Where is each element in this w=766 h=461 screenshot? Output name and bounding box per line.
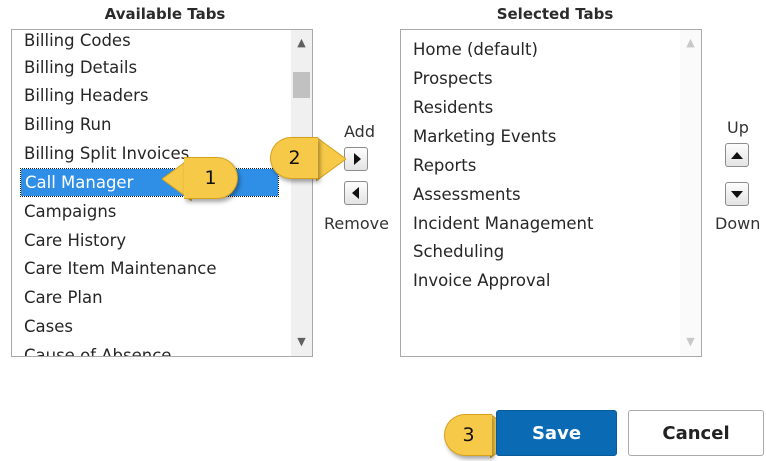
move-up-button[interactable] (725, 143, 749, 167)
cancel-button[interactable]: Cancel (628, 410, 764, 456)
list-item[interactable]: Care Plan (12, 284, 103, 311)
callout-3: 3 (444, 414, 492, 456)
available-tabs-heading: Available Tabs (104, 5, 226, 23)
callout-2: 2 (270, 137, 318, 179)
list-item[interactable]: Care History (12, 227, 126, 254)
callout-1: 1 (184, 157, 238, 199)
list-item[interactable]: Scheduling (401, 238, 504, 265)
list-item[interactable]: Billing Codes (12, 30, 131, 54)
list-item[interactable]: Home (default) (401, 36, 538, 63)
list-item[interactable]: Incident Management (401, 210, 593, 237)
scroll-down-icon[interactable]: ▼ (680, 331, 701, 352)
list-item[interactable]: Prospects (401, 65, 493, 92)
list-item[interactable]: Assessments (401, 181, 521, 208)
callout-3-number: 3 (462, 424, 475, 446)
remove-label: Remove (324, 214, 389, 233)
callout-2-number: 2 (288, 147, 301, 169)
remove-button[interactable] (344, 181, 368, 205)
scroll-thumb[interactable] (293, 72, 310, 98)
selected-tabs-list[interactable]: Home (default) Prospects Residents Marke… (400, 29, 702, 357)
save-button[interactable]: Save (496, 410, 617, 456)
callout-1-number: 1 (204, 167, 217, 189)
arrow-right-icon (353, 153, 361, 165)
list-item[interactable]: Residents (401, 94, 493, 121)
list-item[interactable]: Reports (401, 152, 476, 179)
arrow-down-icon (731, 190, 743, 198)
selected-tabs-heading: Selected Tabs (496, 5, 614, 23)
list-item[interactable]: Care Item Maintenance (12, 255, 217, 282)
scroll-up-icon[interactable]: ▲ (291, 32, 312, 53)
arrow-up-icon (731, 151, 743, 159)
list-item[interactable]: Billing Run (12, 111, 111, 138)
available-scrollbar[interactable]: ▲ ▼ (291, 30, 312, 356)
scroll-up-icon[interactable]: ▲ (680, 32, 701, 53)
add-label: Add (344, 122, 375, 141)
list-item-selected[interactable]: Call Manager (20, 168, 279, 197)
list-item[interactable]: Billing Headers (12, 82, 149, 109)
list-item[interactable]: Billing Details (12, 54, 137, 81)
move-down-button[interactable] (725, 182, 749, 206)
up-label: Up (727, 118, 749, 137)
list-item[interactable]: Campaigns (12, 198, 116, 225)
callout-2-pointer (316, 137, 346, 181)
list-item[interactable]: Marketing Events (401, 123, 556, 150)
down-label: Down (715, 214, 761, 233)
scroll-down-icon[interactable]: ▼ (291, 331, 312, 352)
selected-scrollbar[interactable]: ▲ ▼ (680, 30, 701, 356)
arrow-left-icon (351, 187, 359, 199)
add-button[interactable] (344, 147, 368, 171)
list-item[interactable]: Cause of Absence (12, 342, 171, 356)
list-item[interactable]: Invoice Approval (401, 267, 550, 294)
list-item[interactable]: Cases (12, 313, 73, 340)
